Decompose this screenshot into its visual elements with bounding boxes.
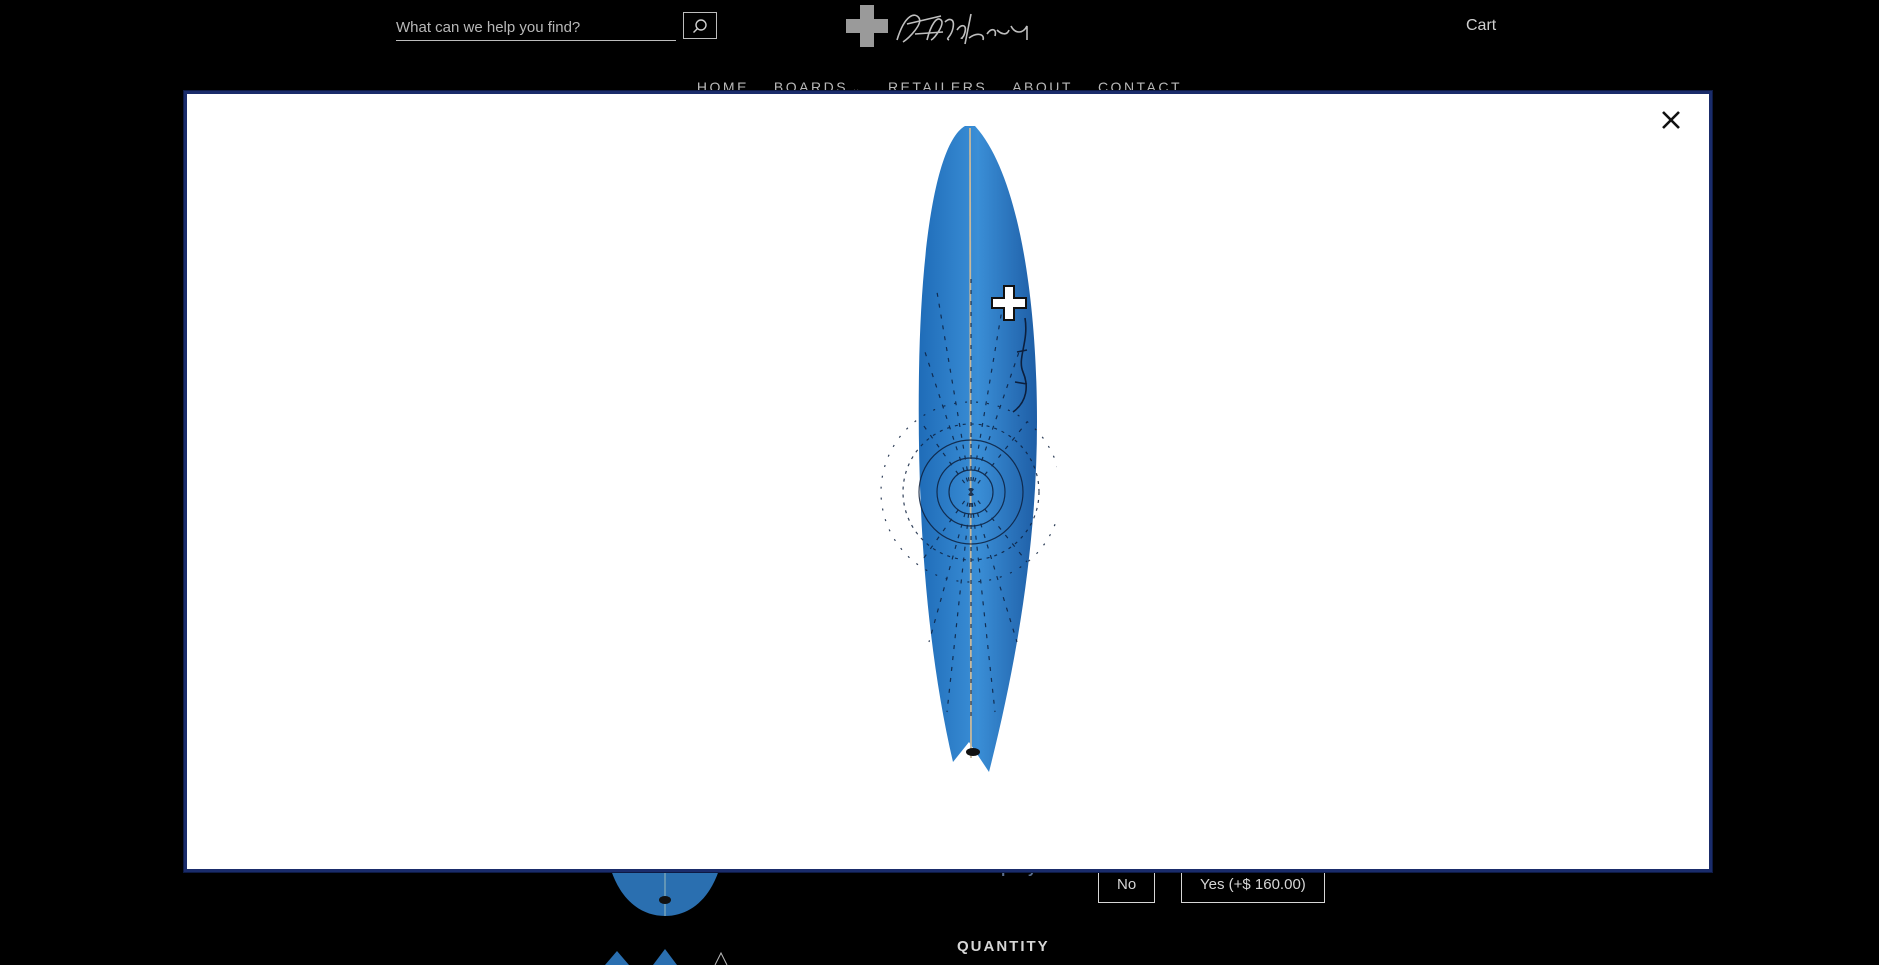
close-button[interactable] bbox=[1657, 106, 1685, 134]
surfboard-image bbox=[880, 126, 1057, 772]
close-icon bbox=[1662, 111, 1680, 129]
image-lightbox bbox=[184, 91, 1712, 872]
